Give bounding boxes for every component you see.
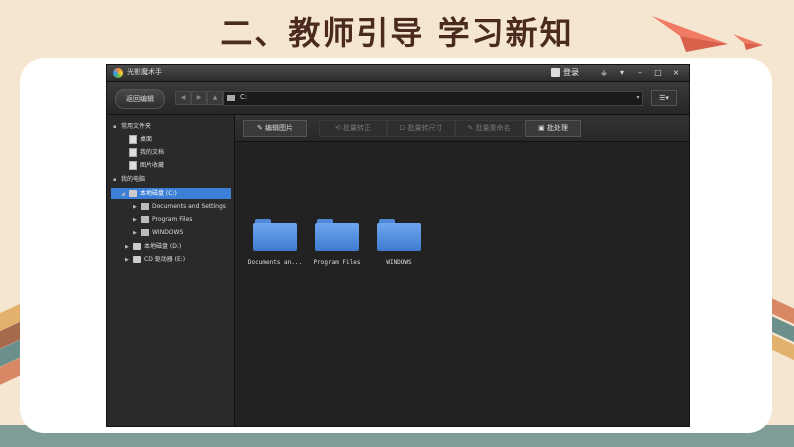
edit-image-button[interactable]: ✎ 编辑图片 (243, 120, 307, 137)
batch-rename-button[interactable]: ✎ 批量重命名 (455, 120, 523, 137)
tree-item-my-computer[interactable]: ▪ 我的电脑 (113, 174, 145, 185)
paper-plane-icon (733, 34, 763, 50)
user-icon[interactable] (551, 68, 560, 77)
tree-item-desktop[interactable]: 桌面 (129, 134, 152, 145)
folder-icon (141, 216, 149, 223)
batch-process-button[interactable]: ▣ 批处理 (525, 120, 581, 137)
view-mode-button[interactable]: ☰▾ (651, 90, 677, 106)
tree-item-documents-and-settings[interactable]: ▶ Documents and Settings (133, 201, 226, 212)
tree-item-drive-c[interactable]: ◢ 本地磁盘 (C:) (111, 188, 231, 199)
action-bar: ✎ 编辑图片 ⟲ 批量转正 ⊡ 批量转尺寸 ✎ 批量重命名 ▣ 批处理 (235, 115, 689, 142)
collapse-icon[interactable]: ▪ (113, 122, 121, 133)
nav-forward-button[interactable]: ▶ (191, 91, 207, 105)
app-title: 光影魔术手 (127, 68, 162, 76)
nav-up-button[interactable]: ▲ (207, 91, 223, 105)
path-input[interactable]: C: (223, 91, 643, 106)
app-logo-icon (113, 68, 123, 78)
document-icon (129, 148, 137, 157)
close-button[interactable]: × (669, 67, 683, 79)
expand-icon[interactable]: ▶ (133, 202, 141, 213)
folder-icon (253, 219, 297, 251)
tree-item-my-documents[interactable]: 我的文档 (129, 147, 164, 158)
expand-icon[interactable]: ◢ (121, 189, 129, 200)
folder-icon (227, 95, 235, 101)
tree-item-program-files[interactable]: ▶ Program Files (133, 214, 192, 225)
skin-button[interactable]: ⚶ (597, 67, 611, 79)
batch-rotate-button[interactable]: ⟲ 批量转正 (319, 120, 387, 137)
toolbar: 返回编辑 ◀ ▶ ▲ C: ▾ ☰▾ (107, 82, 689, 115)
maximize-button[interactable]: □ (651, 67, 665, 79)
expand-icon[interactable]: ▶ (125, 255, 133, 266)
nav-back-button[interactable]: ◀ (175, 91, 191, 105)
batch-resize-button[interactable]: ⊡ 批量转尺寸 (387, 120, 455, 137)
folder-item[interactable]: Documents an... (243, 219, 307, 266)
menu-button[interactable]: ▾ (615, 67, 629, 79)
drive-icon (129, 190, 137, 197)
folder-icon (315, 219, 359, 251)
tree-item-windows[interactable]: ▶ WINDOWS (133, 227, 183, 238)
desktop-icon (129, 135, 137, 144)
app-window: 光影魔术手 登录 ⚶ ▾ – □ × 返回编辑 ◀ ▶ ▲ C: ▾ ☰▾ ▪ 常… (106, 64, 690, 427)
folder-icon (141, 229, 149, 236)
path-dropdown-icon[interactable]: ▾ (633, 92, 643, 104)
title-bar: 光影魔术手 登录 ⚶ ▾ – □ × (107, 65, 689, 82)
tree-item-drive-e[interactable]: ▶ CD 驱动器 (E:) (125, 254, 185, 265)
folder-label: WINDOWS (386, 259, 412, 266)
back-to-edit-button[interactable]: 返回编辑 (115, 89, 165, 109)
expand-icon[interactable]: ▶ (133, 228, 141, 239)
expand-icon[interactable]: ▶ (133, 215, 141, 226)
tree-item-pictures[interactable]: 图片收藏 (129, 160, 164, 171)
folder-item[interactable]: WINDOWS (367, 219, 431, 266)
paper-plane-icon (652, 16, 728, 52)
folder-icon (377, 219, 421, 251)
tree-item-drive-d[interactable]: ▶ 本地磁盘 (D:) (125, 241, 181, 252)
picture-icon (129, 161, 137, 170)
folder-icon (141, 203, 149, 210)
folder-item[interactable]: Program Files (305, 219, 369, 266)
expand-icon[interactable]: ▶ (125, 242, 133, 253)
tree-item-favorites[interactable]: ▪ 常用文件夹 (113, 121, 151, 132)
folder-tree: ▪ 常用文件夹 桌面 我的文档 图片收藏 ▪ 我的电脑 ◢ 本地磁盘 (C:) ▶ Do… (107, 115, 235, 426)
login-button[interactable]: 登录 (563, 67, 579, 78)
drive-icon (133, 243, 141, 250)
file-browser: ✎ 编辑图片 ⟲ 批量转正 ⊡ 批量转尺寸 ✎ 批量重命名 ▣ 批处理 Docu… (235, 115, 689, 426)
minimize-button[interactable]: – (633, 67, 647, 79)
folder-label: Documents an... (247, 259, 303, 266)
collapse-icon[interactable]: ▪ (113, 175, 121, 186)
path-text: C: (240, 93, 248, 101)
folder-label: Program Files (313, 259, 361, 266)
cd-drive-icon (133, 256, 141, 263)
